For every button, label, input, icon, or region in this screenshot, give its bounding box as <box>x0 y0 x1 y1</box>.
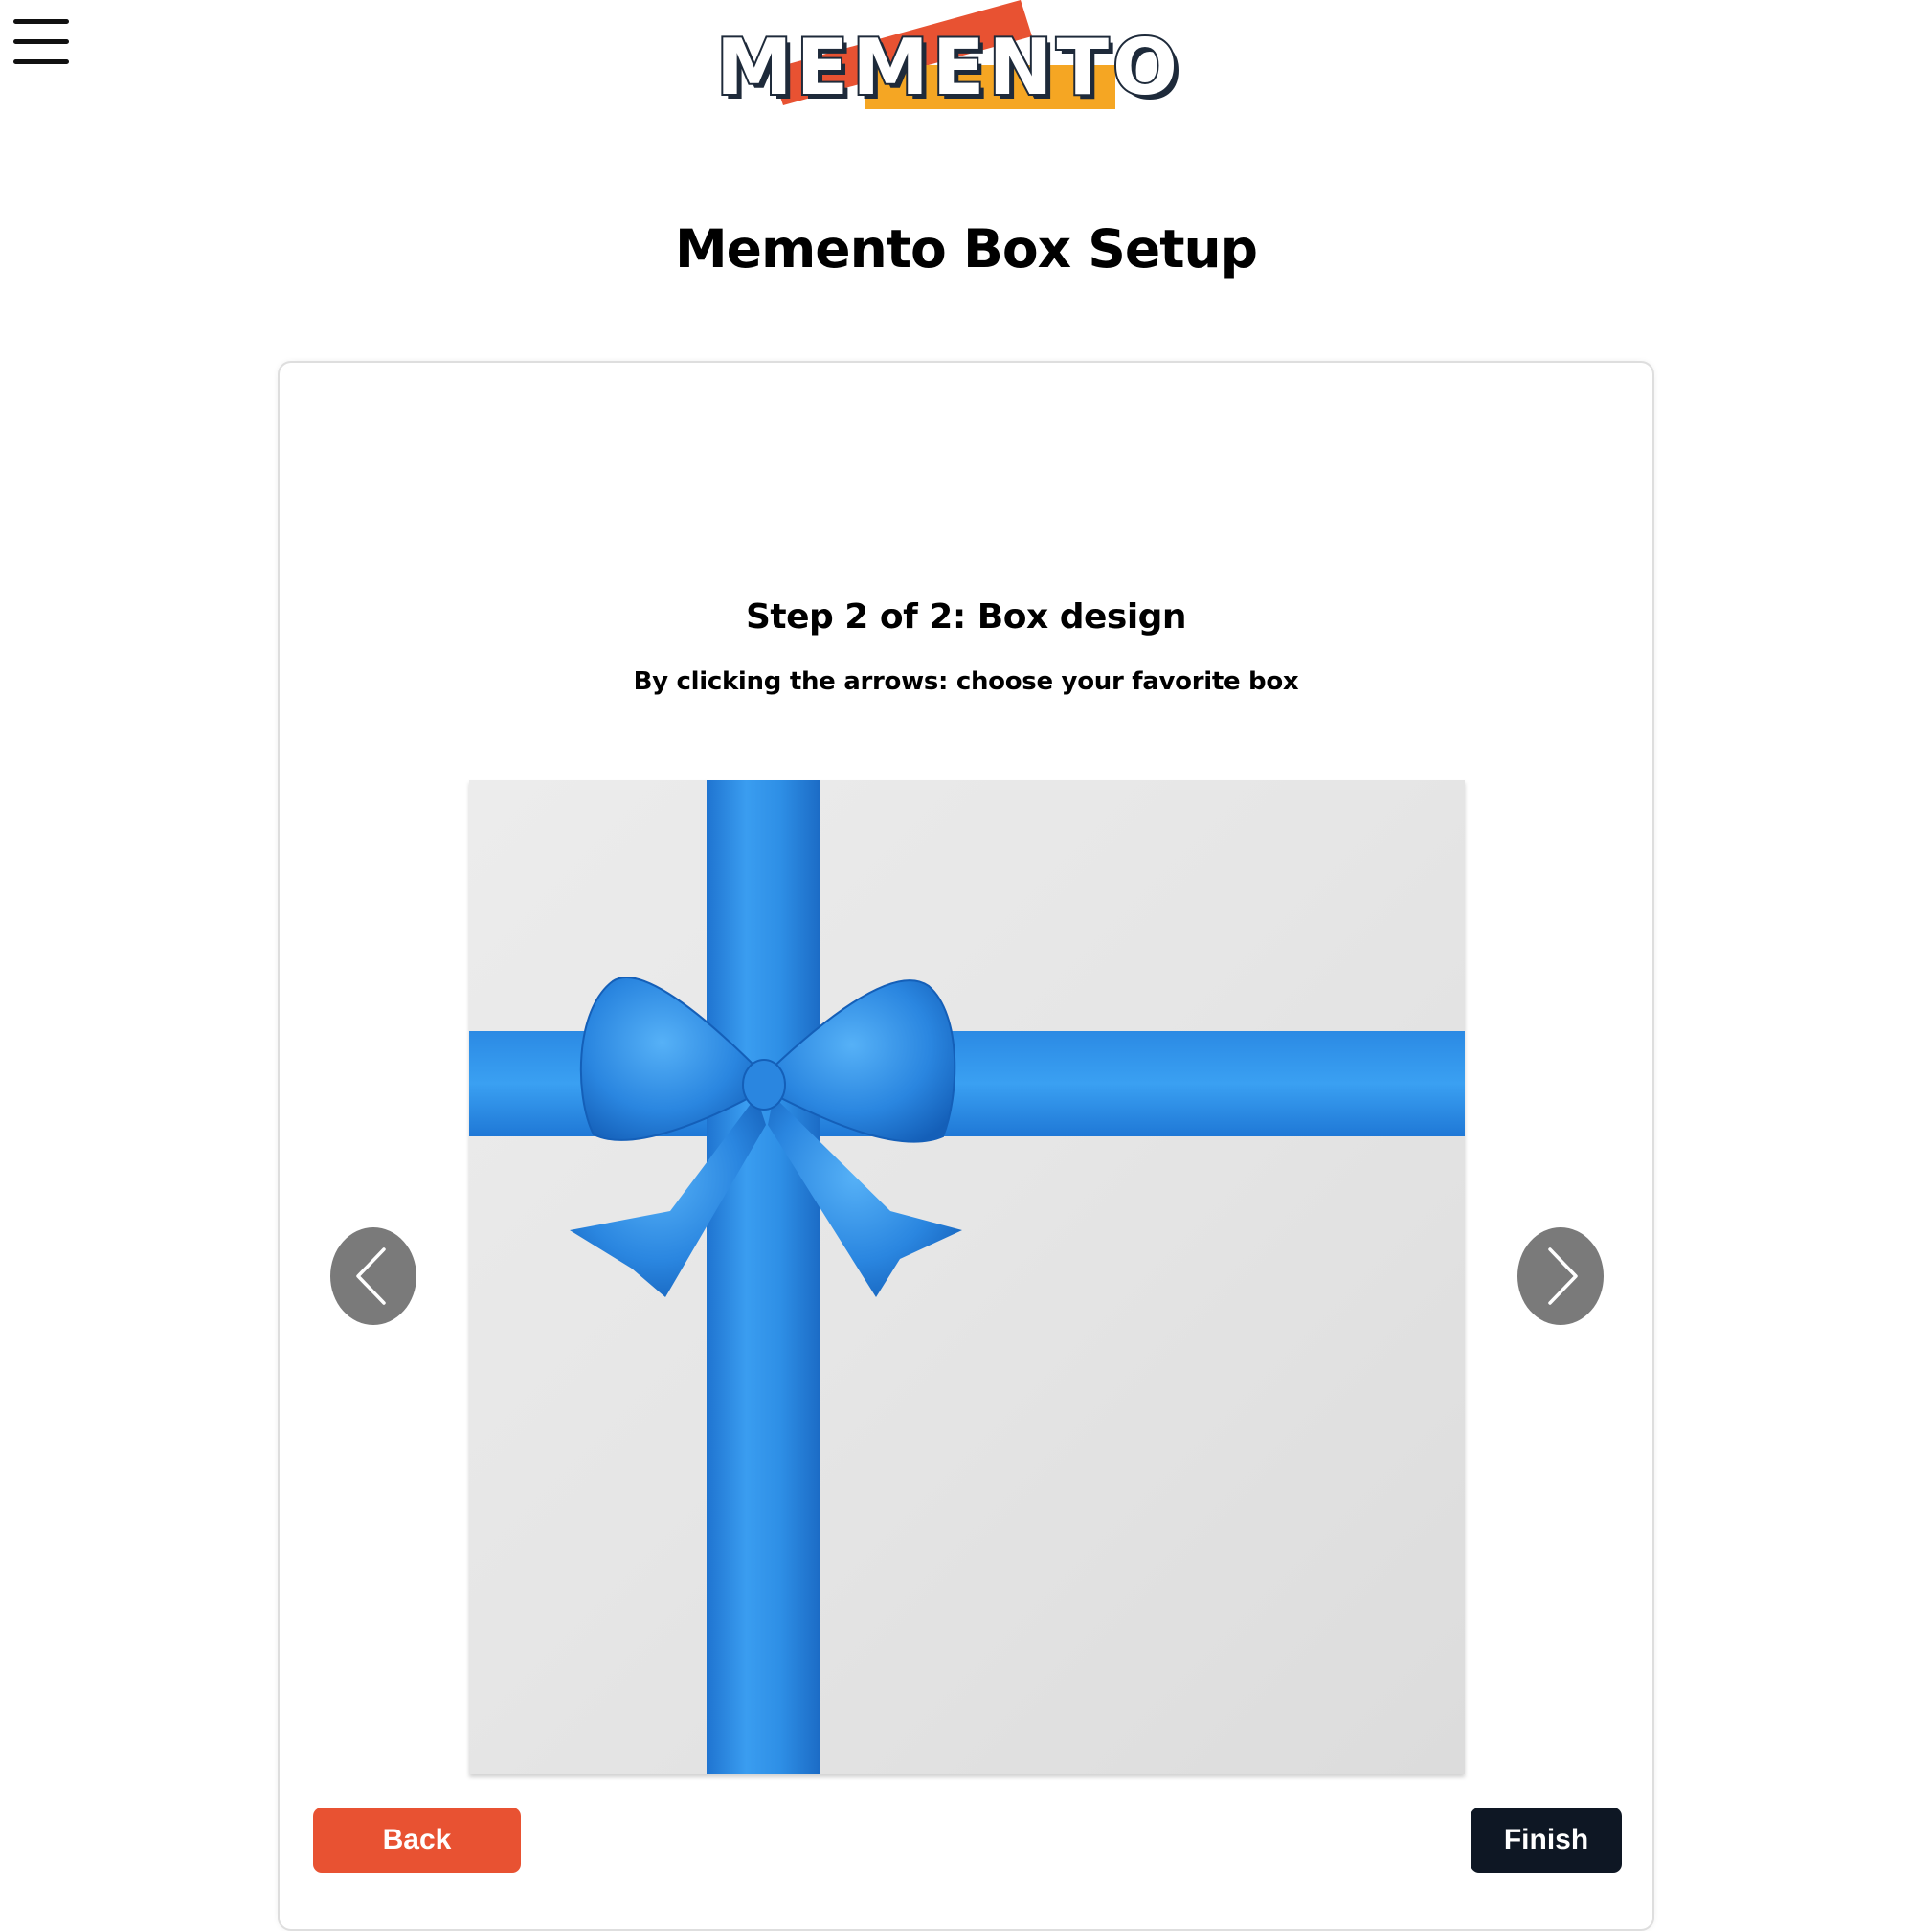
page-title: Memento Box Setup <box>674 218 1258 280</box>
previous-box-button[interactable] <box>330 1227 416 1325</box>
gift-box-illustration <box>469 780 1465 1774</box>
step-title: Step 2 of 2: Box design <box>745 597 1187 637</box>
menu-line <box>13 59 69 64</box>
chevron-left-icon <box>356 1247 386 1305</box>
svg-text:MEMENTO: MEMENTO <box>716 23 1181 112</box>
hamburger-menu-icon[interactable] <box>13 19 71 65</box>
step-instructions: By clicking the arrows: choose your favo… <box>633 667 1299 696</box>
memento-logo[interactable]: MEMENTO MEMENTO <box>707 0 1214 117</box>
gift-box-image <box>469 780 1465 1774</box>
setup-card: Step 2 of 2: Box design By clicking the … <box>278 361 1654 1931</box>
menu-line <box>13 39 69 44</box>
next-box-button[interactable] <box>1517 1227 1604 1325</box>
finish-button[interactable]: Finish <box>1471 1808 1622 1873</box>
menu-line <box>13 19 69 24</box>
back-button[interactable]: Back <box>313 1808 521 1873</box>
logo-graphic: MEMENTO MEMENTO <box>714 0 1182 117</box>
chevron-right-icon <box>1548 1247 1578 1305</box>
